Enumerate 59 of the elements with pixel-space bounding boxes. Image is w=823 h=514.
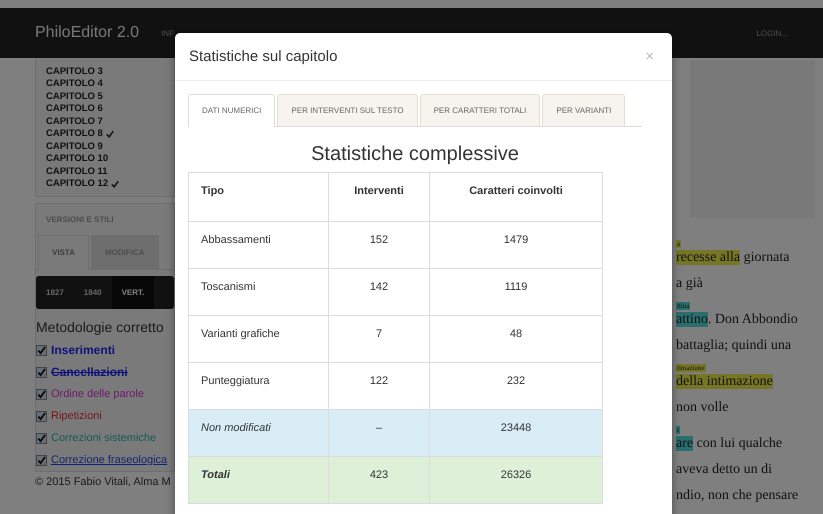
column-header: Interventi [328,172,430,222]
table-cell: 1119 [430,268,602,316]
checkbox[interactable] [36,388,47,400]
table-cell: Non modificati [188,410,328,456]
text-line: non volle [676,400,730,416]
table-cell: 7 [328,316,430,362]
chapter-item[interactable]: CAPITOLO 6 [46,102,164,115]
table-cell: 1479 [430,222,602,268]
text-line: ndio, non che pensare [676,488,800,504]
table-cell: 152 [328,222,430,268]
table-cell: 142 [328,268,430,316]
table-cell: Abbassamenti [188,222,328,268]
text-line: are con lui qualche [676,436,784,452]
table-cell: 23448 [430,410,602,456]
section-heading: Metodologie corretto [36,319,165,335]
table-cell: 48 [430,316,602,362]
chapter-item[interactable]: CAPITOLO 9 [46,140,164,152]
tab[interactable]: PER CARATTERI TOTALI [420,94,540,126]
text-line: aveva detto un di [676,462,774,478]
checkbox[interactable] [36,344,47,356]
method-label: Ripetizioni [51,410,102,422]
chapter-item[interactable]: CAPITOLO 5 [46,90,164,102]
method-label: Inserimenti [51,343,116,357]
tab[interactable]: PER INTERVENTI SUL TESTO [277,94,418,126]
table-cell: Varianti grafiche [188,316,328,362]
text-line: attino. Don Abbondio [676,312,799,328]
footer-text: © 2015 Fabio Vitali, Alma M [35,476,172,488]
chapter-item[interactable]: CAPITOLO 4 [46,78,164,90]
method-label: Correzione fraseologica [51,454,168,466]
text-line: recesse alla giornata [676,250,790,266]
table-cell: – [328,410,430,456]
table-cell: 423 [328,456,430,504]
chapter-item[interactable]: CAPITOLO 3 [46,65,164,78]
chapter-item[interactable]: CAPITOLO 7 [46,115,164,128]
text-line: battaglia; quindi una [676,338,792,354]
modal-title: Statistiche sul capitolo [189,48,338,65]
text-line: a già [676,276,704,292]
tab[interactable]: PER VARIANTI [542,94,626,126]
method-label: Ordine delle parole [51,388,144,400]
column-header: Caratteri coinvolti [430,172,602,222]
table-cell: 26326 [430,456,602,504]
table-cell: Toscanismi [188,268,328,316]
brand-title[interactable]: PhiloEditor 2.0 [35,24,140,42]
chapter-item[interactable]: CAPITOLO 10 [46,152,164,165]
column-header: Tipo [188,172,328,222]
checkbox[interactable] [36,410,47,422]
tab[interactable]: DATI NUMERICI [188,94,276,127]
table-cell: Totali [188,456,328,504]
checkbox[interactable] [36,366,47,378]
tab[interactable]: VISTA [38,235,89,270]
checkbox[interactable] [36,454,47,466]
checkbox[interactable] [36,432,47,444]
version-button[interactable]: VERT. [112,276,154,309]
method-label: Cancellazioni [51,365,128,379]
section-heading: Statistiche complessive [310,143,520,166]
chapter-item[interactable]: CAPITOLO 8 [46,128,164,140]
chapter-item[interactable]: CAPITOLO 12 [46,178,164,190]
method-label: Correzioni sistemiche [51,432,156,444]
chapter-item[interactable]: CAPITOLO 11 [46,165,164,178]
